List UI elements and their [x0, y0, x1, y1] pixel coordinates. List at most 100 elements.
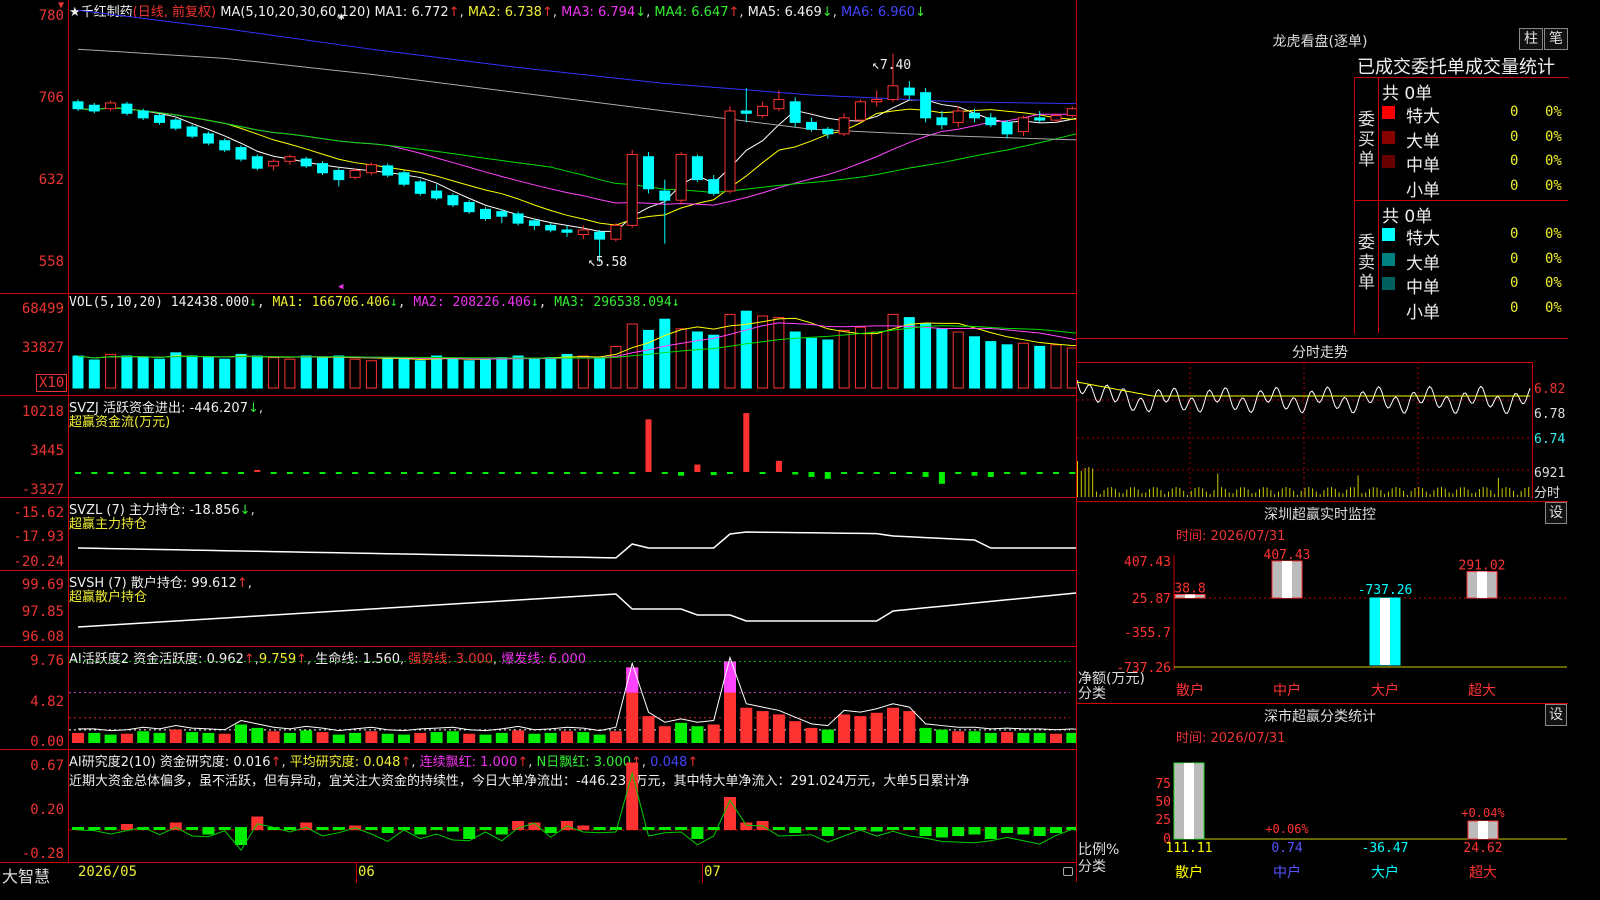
cl-title: 深市超赢分类统计	[1264, 709, 1376, 725]
fs-volume-bar	[1391, 488, 1393, 497]
sz-settings-button[interactable]: 设	[1545, 502, 1567, 524]
bar-mode-button[interactable]: 柱	[1519, 28, 1543, 50]
research-bar	[724, 797, 736, 830]
fs-volume-bar	[1524, 487, 1526, 497]
activity-bar	[72, 732, 84, 743]
candle-body	[1017, 117, 1029, 133]
ai-research-panel[interactable]: AI研究度2(10) 资金研究度: 0.016↑, 平均研究度: 0.048↑,…	[0, 750, 1076, 862]
fs-volume-bar	[1376, 487, 1378, 497]
order-table-title: 已成交委托单成交量统计	[1357, 57, 1555, 78]
activity-bar	[120, 733, 133, 743]
candle-body	[284, 156, 296, 162]
research-bar	[544, 827, 557, 833]
volume-bar	[463, 360, 475, 389]
fs-volume-bar	[1365, 492, 1367, 497]
activity-bar	[675, 722, 688, 743]
flow-bar	[743, 413, 750, 472]
fs-volume-bar	[1145, 492, 1147, 497]
research-bar	[887, 827, 899, 830]
sz-category-label: 散户	[1176, 682, 1204, 699]
flow-bar	[841, 472, 848, 474]
candle-body	[854, 101, 866, 121]
research-bar	[1050, 827, 1062, 833]
axis-separator	[68, 0, 69, 862]
fs-volume-bar	[1456, 489, 1458, 497]
volume-bar	[202, 357, 214, 389]
flow-bar	[498, 472, 505, 474]
svzl-panel[interactable]: SVZL (7) 主力持仓: -18.856↓, 超赢主力持仓 -15.62 -…	[0, 498, 1076, 571]
fs-volume-bar	[1247, 489, 1249, 497]
flow-bar	[710, 472, 717, 476]
fs-volume-bar	[1478, 488, 1480, 497]
price-chart-panel[interactable]: ▼ ★千红制药(日线, 前复权) MA(5,10,20,30,60,120) M…	[0, 0, 1076, 294]
order-color-swatch	[1382, 252, 1395, 266]
activity-bar	[1001, 732, 1014, 743]
tick-mode-button[interactable]: 笔	[1544, 28, 1568, 50]
volume-panel[interactable]: VOL(5,10,20) 142438.000↓, MA1: 166706.40…	[0, 294, 1076, 396]
flow-bar	[515, 472, 522, 474]
ai-active-panel[interactable]: AI活跃度2 资金活跃度: 0.962↑,9.759↑, 生命线: 1.560,…	[0, 647, 1076, 750]
volume-bar	[1050, 344, 1062, 389]
research-bar	[870, 827, 883, 832]
volume-bar	[365, 360, 377, 389]
fs-volume-bar	[1509, 487, 1511, 497]
activity-bar	[153, 732, 166, 743]
svzj-bars	[75, 413, 1076, 484]
fs-volume-bar	[1380, 490, 1382, 497]
fs-volume-bar	[1319, 494, 1321, 497]
research-bar	[479, 827, 492, 830]
lock-icon[interactable]	[1063, 867, 1073, 876]
flow-bar	[140, 472, 147, 474]
flow-bar	[238, 472, 244, 474]
order-percent: 0%	[1545, 275, 1562, 291]
activity-bar	[381, 733, 394, 743]
flow-bar	[727, 472, 733, 474]
cl-settings-button[interactable]: 设	[1545, 704, 1567, 726]
volume-bar	[528, 358, 540, 389]
volume-bar	[659, 318, 671, 389]
fs-volume-bar	[1308, 487, 1310, 497]
flow-bar	[547, 472, 554, 474]
flow-bar	[808, 472, 815, 477]
fs-volume-bar	[1179, 487, 1181, 497]
volume-bar	[431, 355, 443, 389]
research-bar	[935, 827, 948, 838]
activity-bar	[528, 733, 541, 743]
fs-volume-bar	[1327, 487, 1329, 497]
volume-bar	[186, 355, 198, 389]
fs-volume-bar	[1300, 490, 1302, 497]
fs-volume-bar	[1490, 490, 1492, 497]
research-bar	[202, 827, 215, 835]
fs-volume-bar	[1251, 493, 1253, 497]
fs-volume-bar	[1384, 494, 1386, 497]
activity-bar	[756, 711, 769, 743]
svsh-panel[interactable]: SVSH (7) 散户持仓: 99.612↑, 超赢散户持仓 99.69 97.…	[0, 571, 1076, 647]
flow-bar	[987, 472, 994, 477]
fs-volume-bar	[1482, 487, 1484, 497]
candle-body	[740, 110, 752, 114]
buy-side-label: 委买单	[1358, 110, 1375, 170]
activity-bar	[88, 732, 101, 743]
fs-volume-bar	[1338, 492, 1340, 497]
activity-bar	[707, 724, 720, 743]
activity-bar	[495, 732, 508, 743]
research-bar	[952, 827, 965, 836]
fs-volume-bar	[1528, 487, 1530, 497]
fs-volume-bar	[1107, 487, 1109, 497]
activity-bar	[887, 707, 899, 743]
volume-bars	[72, 310, 1076, 389]
volume-bar	[496, 357, 508, 389]
activity-bar	[137, 731, 150, 743]
activity-bar	[512, 730, 525, 743]
svzj-panel[interactable]: SVZJ 活跃资金进出: -446.207↓, 超赢资金流(万元) 10218 …	[0, 396, 1076, 498]
candle-body	[121, 103, 133, 114]
research-bar	[675, 827, 688, 830]
order-count: 0	[1510, 177, 1519, 194]
flow-bar	[417, 472, 424, 474]
activity-bar	[984, 732, 997, 743]
candle-body	[1066, 108, 1076, 117]
volume-bar	[773, 317, 785, 389]
flow-bar	[531, 472, 538, 474]
sell-side-label: 委卖单	[1358, 233, 1375, 293]
activity-bar	[658, 726, 671, 743]
